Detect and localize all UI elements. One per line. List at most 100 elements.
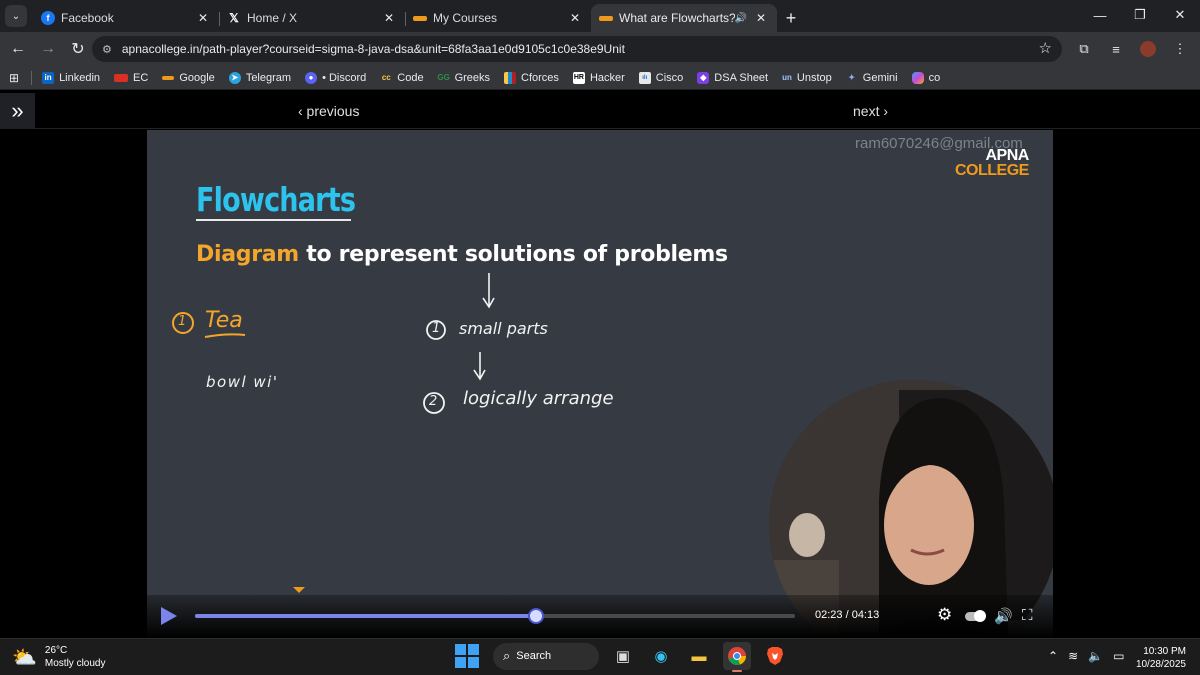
menu-kebab-icon[interactable]: ⋮ — [1166, 36, 1194, 62]
apna-college-icon — [599, 15, 613, 21]
course-nav-bar: » ‹ previous next › — [0, 93, 1200, 129]
tab-title: Home / X — [247, 11, 298, 25]
codechef-icon: cc — [381, 73, 391, 82]
bookmark-gemini[interactable]: ✦ Gemini — [846, 72, 897, 84]
player-controls: 02:23 / 04:13 ⚙ 🔊 ⛶ — [147, 595, 1053, 638]
weather-temp: 26°C — [44, 645, 68, 656]
battery-icon[interactable]: ▭ — [1113, 649, 1124, 663]
weather-widget[interactable]: ⛅ 26°C Mostly cloudy — [12, 644, 105, 670]
bookmark-greeks[interactable]: GG Greeks — [437, 72, 490, 84]
bookmarks-bar: ⊞ in Linkedin EC Google ➤ Telegram ● • Disc… — [0, 66, 1200, 90]
brave-icon[interactable] — [761, 642, 789, 670]
bookmark-star-icon[interactable]: ☆ — [1039, 39, 1052, 57]
ec-icon — [114, 73, 129, 82]
tab-title: Facebook — [61, 11, 114, 25]
tab-home-x[interactable]: 𝕏 Home / X ✕ — [219, 4, 406, 32]
bookmark-google[interactable]: Google — [162, 72, 215, 84]
expand-menu-icon[interactable]: » — [0, 93, 35, 129]
copilot-icon — [911, 71, 924, 84]
bookmark-linkedin[interactable]: in Linkedin — [42, 71, 100, 84]
bookmark-unstop[interactable]: un Unstop — [782, 72, 832, 84]
close-icon[interactable]: ✕ — [567, 11, 583, 25]
progress-bar[interactable] — [195, 608, 795, 624]
volume-icon[interactable]: 🔊 — [994, 607, 1013, 625]
close-icon[interactable]: ✕ — [753, 11, 769, 25]
url-text: apnacollege.in/path-player?courseid=sigm… — [121, 42, 625, 56]
window-controls: — ❐ ✕ — [1080, 0, 1200, 30]
search-icon: ⌕ — [503, 648, 511, 663]
browser-toolbar: ← → ↻ ⚙ apnacollege.in/path-player?cours… — [0, 32, 1200, 66]
file-explorer-icon[interactable]: ▬ — [685, 642, 713, 670]
system-clock[interactable]: 10:30 PM 10/28/2025 — [1136, 645, 1186, 671]
bookmark-cforces[interactable]: Cforces — [504, 71, 559, 84]
facebook-icon: f — [41, 11, 55, 25]
weather-desc: Mostly cloudy — [44, 658, 106, 669]
note-tea: Tea — [205, 308, 243, 333]
forward-arrow-icon[interactable]: → — [34, 35, 62, 63]
chevron-up-icon[interactable]: ⌃ — [1048, 649, 1058, 663]
close-window-icon[interactable]: ✕ — [1160, 0, 1200, 30]
telegram-icon: ➤ — [228, 71, 241, 84]
geeksforgeeks-icon: GG — [437, 73, 450, 82]
codeforces-icon — [504, 71, 517, 84]
taskbar-search[interactable]: ⌕ Search — [493, 642, 599, 670]
extensions-icon[interactable]: ⧉ — [1070, 36, 1098, 62]
cloud-icon: ⛅ — [12, 646, 37, 669]
tab-facebook[interactable]: f Facebook ✕ — [33, 4, 220, 32]
edge-icon[interactable]: ◉ — [647, 642, 675, 670]
progress-handle[interactable] — [527, 608, 544, 624]
chrome-icon[interactable] — [723, 642, 751, 672]
note-item2-number: 2 — [429, 394, 438, 409]
bookmark-co[interactable]: co — [911, 71, 940, 84]
previous-lesson-link[interactable]: ‹ previous — [298, 103, 359, 119]
bookmark-ec[interactable]: EC — [114, 72, 148, 84]
note-item2: logically arrange — [463, 388, 614, 409]
tab-title: What are Flowcharts? — [619, 11, 735, 25]
windows-start-icon[interactable] — [455, 644, 479, 668]
tab-title: My Courses — [433, 11, 498, 25]
volume-tray-icon[interactable]: 🔈 — [1088, 649, 1103, 663]
fullscreen-icon[interactable]: ⛶ — [1022, 607, 1033, 624]
apna-college-icon — [162, 75, 175, 80]
system-tray: ⌃ ≋ 🔈 ▭ — [1048, 649, 1124, 663]
address-bar[interactable]: ⚙ apnacollege.in/path-player?courseid=si… — [92, 36, 1062, 62]
close-icon[interactable]: ✕ — [195, 11, 211, 25]
media-icon[interactable]: ≡ — [1102, 36, 1130, 62]
x-icon: 𝕏 — [229, 11, 239, 25]
note-item1-number: 1 — [432, 321, 441, 336]
bookmark-telegram[interactable]: ➤ Telegram — [228, 71, 291, 84]
dsa-sheet-icon: ◆ — [697, 71, 710, 84]
settings-gear-icon[interactable]: ⚙ — [937, 605, 952, 625]
bookmark-code[interactable]: cc Code — [380, 72, 424, 84]
progress-fill — [195, 614, 536, 618]
reload-icon[interactable]: ↻ — [64, 35, 92, 63]
wifi-icon[interactable]: ≋ — [1068, 649, 1078, 663]
gemini-icon: ✦ — [848, 73, 856, 82]
bookmark-discord[interactable]: ● • Discord — [305, 71, 366, 84]
bookmark-cisco[interactable]: ılı Cisco — [638, 71, 683, 84]
tab-my-courses[interactable]: My Courses ✕ — [405, 4, 591, 32]
apna-college-icon — [413, 15, 427, 21]
video-player[interactable]: ram6070246@gmail.com APNA COLLEGE Flowch… — [147, 130, 1053, 638]
tab-search-button[interactable]: ⌄ — [5, 5, 27, 27]
speaker-icon[interactable]: 🔊 — [735, 13, 747, 24]
close-icon[interactable]: ✕ — [381, 11, 397, 25]
bookmark-dsa-sheet[interactable]: ◆ DSA Sheet — [697, 71, 768, 84]
tab-what-are-flowcharts[interactable]: What are Flowcharts? 🔊 ✕ — [591, 4, 777, 32]
play-icon[interactable] — [161, 607, 177, 625]
cisco-icon: ılı — [638, 71, 651, 84]
autoplay-toggle[interactable] — [965, 610, 986, 622]
note-bowl: bowl wi' — [206, 373, 279, 391]
minimize-icon[interactable]: — — [1080, 0, 1120, 30]
new-tab-button[interactable]: + — [777, 4, 805, 32]
restore-icon[interactable]: ❐ — [1120, 0, 1160, 30]
task-view-icon[interactable]: ▣ — [609, 642, 637, 670]
profile-avatar[interactable] — [1140, 41, 1156, 57]
linkedin-icon: in — [42, 71, 55, 84]
apps-grid-icon[interactable]: ⊞ — [9, 71, 19, 85]
back-arrow-icon[interactable]: ← — [4, 35, 32, 63]
site-info-icon[interactable]: ⚙ — [102, 43, 112, 56]
unstop-icon: un — [782, 73, 792, 82]
next-lesson-link[interactable]: next › — [853, 103, 888, 119]
bookmark-hacker[interactable]: HR Hacker — [572, 71, 625, 84]
